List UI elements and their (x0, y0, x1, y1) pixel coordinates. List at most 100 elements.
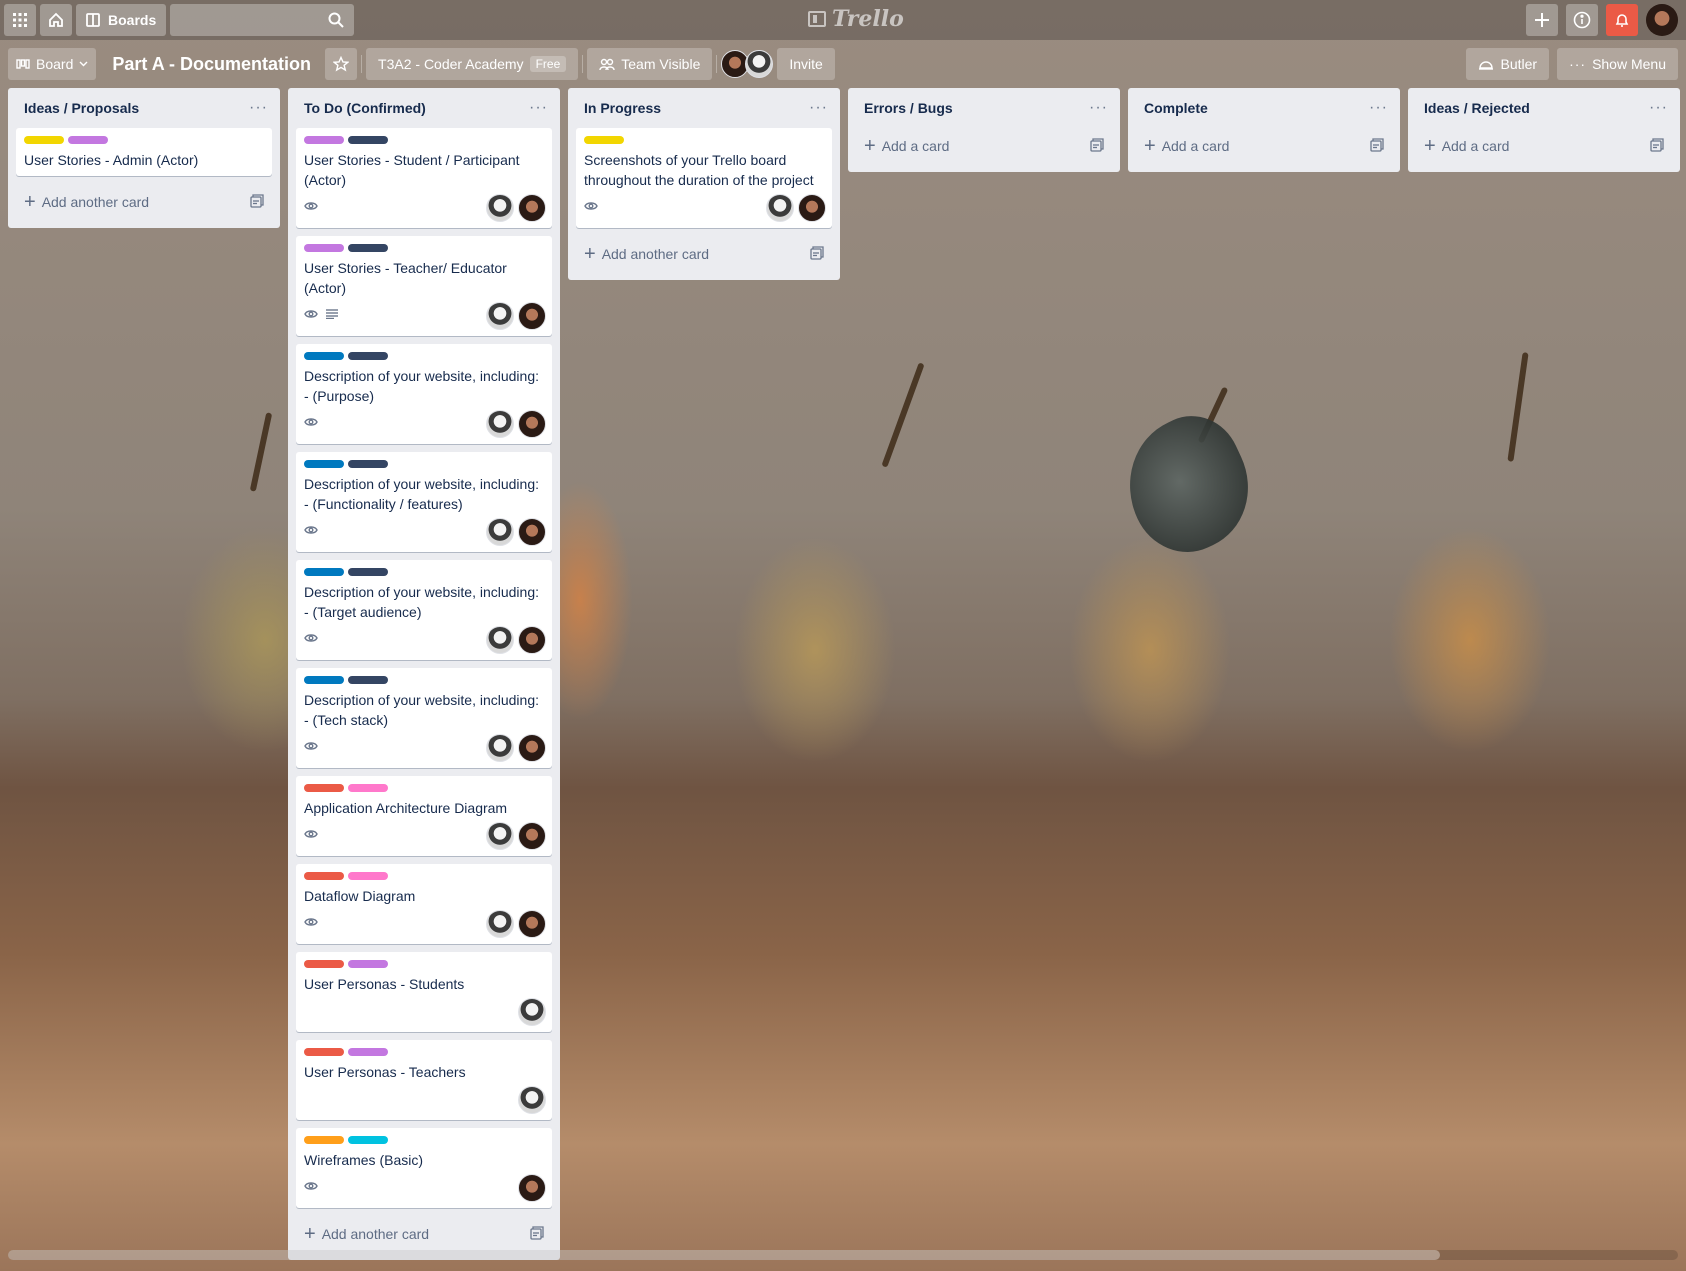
card-label-red[interactable] (304, 1048, 344, 1056)
create-from-template-icon[interactable] (530, 1225, 544, 1243)
card[interactable]: Screenshots of your Trello board through… (576, 128, 832, 228)
info-button[interactable] (1566, 4, 1598, 36)
card-label-purple[interactable] (68, 136, 108, 144)
list-header[interactable]: In Progress ··· (576, 88, 832, 128)
board-title[interactable]: Part A - Documentation (104, 54, 321, 75)
avatar[interactable] (518, 410, 546, 438)
card[interactable]: User Personas - Teachers (296, 1040, 552, 1120)
card-label-blue[interactable] (304, 568, 344, 576)
list[interactable]: In Progress ··· Screenshots of your Trello… (568, 88, 840, 280)
avatar[interactable] (518, 1086, 546, 1114)
card[interactable]: User Stories - Student / Participant (Ac… (296, 128, 552, 228)
card-label-pink[interactable] (348, 872, 388, 880)
home-button[interactable] (40, 4, 72, 36)
avatar[interactable] (486, 822, 514, 850)
card-label-navy[interactable] (348, 136, 388, 144)
list[interactable]: To Do (Confirmed) ··· User Stories - Stude… (288, 88, 560, 1260)
card-label-pink[interactable] (348, 784, 388, 792)
card-label-blue[interactable] (304, 460, 344, 468)
avatar[interactable] (486, 518, 514, 546)
boards-button[interactable]: Boards (76, 4, 167, 36)
list[interactable]: Complete ··· + Add a card (1128, 88, 1400, 172)
add-card-button[interactable]: + Add another card (16, 184, 272, 220)
star-button[interactable] (325, 48, 358, 80)
list-header[interactable]: Ideas / Proposals ··· (16, 88, 272, 128)
list-header[interactable]: To Do (Confirmed) ··· (296, 88, 552, 128)
add-card-button[interactable]: + Add another card (576, 236, 832, 272)
card-label-red[interactable] (304, 960, 344, 968)
avatar[interactable] (518, 1174, 546, 1202)
avatar[interactable] (486, 734, 514, 762)
card-label-purple[interactable] (304, 136, 344, 144)
card[interactable]: Application Architecture Diagram (296, 776, 552, 856)
card-label-sky[interactable] (348, 1136, 388, 1144)
search-input[interactable] (170, 4, 355, 36)
avatar[interactable] (745, 50, 774, 78)
visibility-button[interactable]: Team Visible (587, 48, 713, 80)
card[interactable]: User Stories - Teacher/ Educator (Actor) (296, 236, 552, 336)
card-label-purple[interactable] (348, 960, 388, 968)
add-card-button[interactable]: + Add another card (296, 1216, 552, 1252)
card[interactable]: Wireframes (Basic) (296, 1128, 552, 1208)
card-label-orange[interactable] (304, 1136, 344, 1144)
team-button[interactable]: T3A2 - Coder Academy Free (366, 48, 579, 80)
avatar[interactable] (486, 410, 514, 438)
create-from-template-icon[interactable] (1370, 137, 1384, 155)
add-card-button[interactable]: + Add a card (856, 128, 1112, 164)
avatar[interactable] (486, 194, 514, 222)
show-menu-button[interactable]: ··· Show Menu (1557, 48, 1678, 80)
create-from-template-icon[interactable] (250, 193, 264, 211)
list-menu-icon[interactable]: ··· (1649, 99, 1668, 117)
list[interactable]: Ideas / Proposals ··· User Stories - Admin… (8, 88, 280, 228)
list-title[interactable]: Errors / Bugs (864, 100, 953, 116)
invite-button[interactable]: Invite (777, 48, 835, 80)
card-label-red[interactable] (304, 784, 344, 792)
notifications-button[interactable] (1606, 4, 1638, 36)
list[interactable]: Errors / Bugs ··· + Add a card (848, 88, 1120, 172)
avatar[interactable] (518, 910, 546, 938)
create-from-template-icon[interactable] (1650, 137, 1664, 155)
list-menu-icon[interactable]: ··· (1369, 99, 1388, 117)
avatar[interactable] (518, 302, 546, 330)
card-label-navy[interactable] (348, 676, 388, 684)
scrollbar-thumb[interactable] (8, 1250, 1440, 1260)
create-button[interactable] (1526, 4, 1558, 36)
avatar[interactable] (518, 194, 546, 222)
avatar[interactable] (518, 734, 546, 762)
list-menu-icon[interactable]: ··· (1089, 99, 1108, 117)
list-menu-icon[interactable]: ··· (809, 99, 828, 117)
card[interactable]: Dataflow Diagram (296, 864, 552, 944)
list-title[interactable]: In Progress (584, 100, 661, 116)
avatar[interactable] (486, 302, 514, 330)
create-from-template-icon[interactable] (1090, 137, 1104, 155)
card[interactable]: User Personas - Students (296, 952, 552, 1032)
card[interactable]: User Stories - Admin (Actor) (16, 128, 272, 176)
list[interactable]: Ideas / Rejected ··· + Add a card (1408, 88, 1680, 172)
list-header[interactable]: Complete ··· (1136, 88, 1392, 128)
list-menu-icon[interactable]: ··· (529, 99, 548, 117)
card-label-yellow[interactable] (24, 136, 64, 144)
card[interactable]: Description of your website, including: … (296, 452, 552, 552)
avatar[interactable] (798, 194, 826, 222)
list-header[interactable]: Errors / Bugs ··· (856, 88, 1112, 128)
card-label-navy[interactable] (348, 244, 388, 252)
card[interactable]: Description of your website, including: … (296, 668, 552, 768)
list-title[interactable]: Complete (1144, 100, 1208, 116)
card-label-blue[interactable] (304, 352, 344, 360)
card-label-navy[interactable] (348, 352, 388, 360)
list-title[interactable]: Ideas / Rejected (1424, 100, 1530, 116)
card-label-purple[interactable] (348, 1048, 388, 1056)
avatar[interactable] (518, 998, 546, 1026)
card-label-red[interactable] (304, 872, 344, 880)
avatar[interactable] (486, 910, 514, 938)
card-label-yellow[interactable] (584, 136, 624, 144)
card-label-purple[interactable] (304, 244, 344, 252)
butler-button[interactable]: Butler (1466, 48, 1550, 80)
avatar[interactable] (518, 626, 546, 654)
board-view-switcher[interactable]: Board (8, 48, 97, 80)
list-title[interactable]: To Do (Confirmed) (304, 100, 426, 116)
avatar[interactable] (486, 626, 514, 654)
apps-button[interactable] (4, 4, 36, 36)
account-avatar[interactable] (1646, 4, 1678, 36)
create-from-template-icon[interactable] (810, 245, 824, 263)
